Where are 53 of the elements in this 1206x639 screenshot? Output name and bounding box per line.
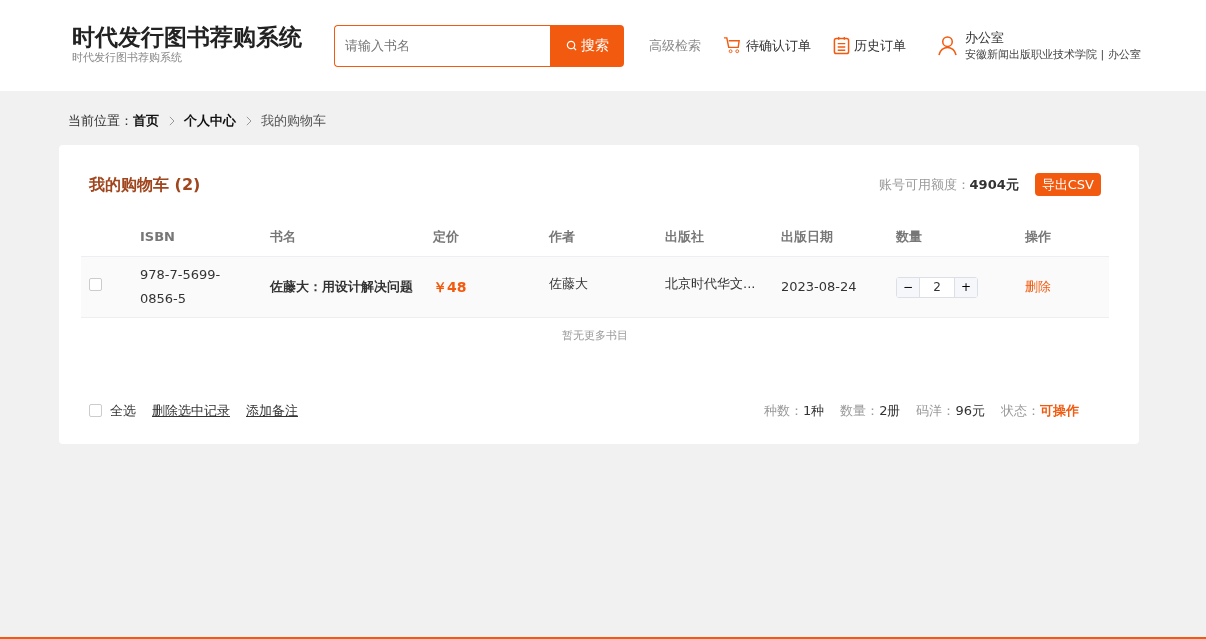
cart-icon [723, 36, 742, 55]
decrease-button[interactable]: − [897, 277, 919, 297]
author-cell-text: 佐藤大 [549, 275, 589, 294]
row-checkbox[interactable] [89, 278, 102, 292]
site-subtitle: 时代发行图书荐购系统 [72, 49, 183, 66]
nav-link[interactable]: 待确认订单 [723, 35, 811, 56]
column-header: 定价 [433, 227, 460, 246]
column-header: 出版日期 [781, 227, 834, 246]
nav-link[interactable]: 高级检索 [649, 35, 701, 56]
stat-label: 数量： [840, 402, 880, 418]
credit-value: 4904元 [969, 175, 1019, 194]
stat-label: 种数： [763, 402, 803, 418]
user-icon [938, 35, 957, 56]
chevron-icon [245, 115, 252, 126]
date-cell-text: 2023-08-24 [781, 278, 858, 297]
column-header: ISBN [140, 227, 176, 246]
footer-link[interactable]: 删除选中记录 [152, 400, 230, 420]
breadcrumb-link[interactable]: 首页 [133, 111, 159, 131]
cart-title: 我的购物车 (2) [89, 173, 201, 196]
empty-note: 暂无更多书目 [561, 328, 629, 344]
quantity-stepper[interactable]: − 2 + [896, 276, 978, 298]
column-header: 书名 [270, 227, 297, 246]
column-header: 作者 [549, 227, 576, 246]
select-all-checkbox[interactable] [89, 403, 102, 417]
breadcrumb-link[interactable]: 我的购物车 [261, 111, 326, 131]
stat-value: 96元 [955, 402, 985, 418]
increase-button[interactable]: + [955, 277, 977, 297]
isbn-cell-text: 978-7-5699-0856-5 [140, 266, 222, 308]
search-icon [565, 40, 577, 51]
stat-label: 状态： [1001, 402, 1040, 418]
nav-link[interactable]: 历史订单 [833, 35, 906, 56]
quantity-value: 2 [919, 277, 955, 297]
column-header: 数量 [896, 227, 923, 246]
credit-label: 账号可用额度： [878, 175, 970, 194]
user-organization: 安徽新闻出版职业技术学院 | 办公室 [965, 47, 1141, 63]
site-title: 时代发行图书荐购系统 [72, 24, 302, 50]
column-header: 操作 [1025, 227, 1052, 246]
search-field[interactable]: 请输入书名 [334, 24, 550, 67]
book-title-cell-text: 佐藤大：用设计解决问题 [270, 278, 414, 297]
select-all-label: 全选 [110, 401, 136, 420]
column-header: 出版社 [665, 227, 705, 246]
stat-value: 1种 [802, 402, 825, 418]
breadcrumb-link[interactable]: 个人中心 [184, 111, 236, 131]
stat-value: 可操作 [1040, 402, 1079, 418]
clipboard-icon [833, 36, 850, 55]
footer-link[interactable]: 添加备注 [246, 400, 298, 420]
price-cell-text: ￥48 [433, 277, 468, 297]
chevron-icon [168, 115, 175, 126]
breadcrumb-label: 当前位置： [68, 112, 133, 130]
stat-label: 码洋： [916, 402, 956, 418]
user-name: 办公室 [965, 28, 1005, 47]
publisher-cell-text: 北京时代华文... [665, 275, 757, 294]
stat-value: 2册 [879, 402, 901, 418]
